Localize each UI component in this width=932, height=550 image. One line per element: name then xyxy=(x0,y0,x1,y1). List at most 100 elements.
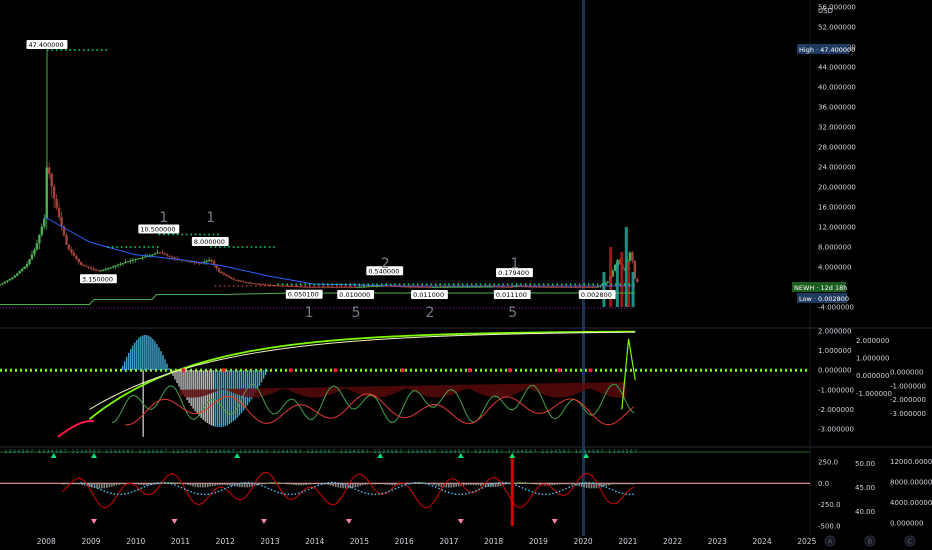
osc2-count-text: 1 2 3 4 5 6 7 xyxy=(306,449,335,455)
osc2-histogram-bar xyxy=(452,483,455,488)
osc2-histogram-bar xyxy=(388,483,391,486)
candle-body xyxy=(485,286,489,288)
osc2-count-text: 1 2 3 4 5 6 7 xyxy=(575,449,604,455)
pivot-label: 3.150000 xyxy=(80,274,117,284)
candle-body xyxy=(82,264,85,266)
candle-body xyxy=(153,253,157,255)
osc2-histogram-bar xyxy=(386,483,389,485)
candle-body xyxy=(471,286,474,288)
osc2-histogram-bar xyxy=(480,483,482,487)
candle-body xyxy=(77,258,80,263)
osc1-histogram-bar xyxy=(124,361,126,371)
year-tick-label: 2011 xyxy=(171,537,190,546)
candle-body xyxy=(111,266,115,268)
newh-badge: NEWH · 12d 18h xyxy=(792,282,847,292)
osc2-histogram-bar xyxy=(470,483,472,486)
osc2-histogram-bar xyxy=(285,483,288,485)
osc2-histogram-bar xyxy=(620,483,622,485)
osc2-histogram-bar xyxy=(197,483,199,488)
osc2-histogram-bar xyxy=(553,483,556,486)
price-tick-label: 52.000000 xyxy=(818,24,856,32)
candle-body xyxy=(301,286,304,288)
candle-body xyxy=(540,286,543,288)
osc2-count-text: 1 2 3 4 5 6 7 xyxy=(4,449,33,455)
osc1-mid-tick-label: 2.000000 xyxy=(856,337,889,345)
price-tick-label: 12.000000 xyxy=(818,224,856,232)
candle-body xyxy=(436,286,440,288)
osc2-count-text: 1 2 3 4 5 6 7 xyxy=(172,449,201,455)
osc2-histogram-bar xyxy=(627,483,630,485)
candle-body xyxy=(55,198,58,208)
candle-body xyxy=(20,268,24,272)
osc1-histogram-bar xyxy=(166,363,168,371)
osc2-histogram-bar xyxy=(214,483,216,486)
osc2-histogram-bar xyxy=(566,483,568,485)
price-tick-label: 16.000000 xyxy=(818,204,856,212)
year-tick-label: 2019 xyxy=(529,537,548,546)
osc1-histogram-bar xyxy=(258,370,261,386)
candle-body xyxy=(124,261,127,263)
auto-icon-glyph: A xyxy=(828,538,833,546)
pivot-label: 0.011100 xyxy=(493,289,531,299)
candle-body xyxy=(1,283,4,285)
candle-body xyxy=(129,260,132,262)
osc2-histogram-bar xyxy=(504,483,507,485)
candle-body xyxy=(343,286,346,288)
price-tick-label: 44.000000 xyxy=(818,64,856,72)
volume-bar xyxy=(631,272,635,307)
osc2-histogram-bar xyxy=(221,483,224,486)
candle-body xyxy=(306,286,309,288)
osc2-histogram-bar xyxy=(467,483,470,486)
osc2-histogram-bar xyxy=(184,483,187,485)
osc2-histogram-bar xyxy=(256,483,258,486)
candle-body xyxy=(439,286,442,288)
candle-body xyxy=(412,286,415,288)
osc1-tick-label: 1.000000 xyxy=(818,347,851,355)
osc1-signal-dot xyxy=(588,368,593,373)
candle-body xyxy=(50,173,53,187)
osc1-signal-dot xyxy=(221,368,226,373)
osc2-b-tick-label: 40.00 xyxy=(855,508,875,516)
pivot-label-text: 47.400000 xyxy=(29,41,64,49)
price-tick-label: 8.000000 xyxy=(818,244,851,252)
osc1-histogram-bar xyxy=(138,337,140,371)
osc1-histogram-bar xyxy=(130,349,132,371)
price-tick-label: 28.000000 xyxy=(818,144,856,152)
osc2-histogram-bar xyxy=(106,483,108,488)
pivot-label-text: 8.000000 xyxy=(194,238,225,246)
candle-body xyxy=(481,286,484,288)
candle-body xyxy=(333,286,336,288)
candle-body xyxy=(458,286,462,288)
osc1-histogram-bar xyxy=(256,370,259,390)
osc2-histogram-bar xyxy=(273,481,275,484)
wave-count-label: 2 xyxy=(381,256,390,272)
candle-body xyxy=(483,286,486,288)
osc1-histogram-bar xyxy=(192,370,194,409)
osc1-histogram-bar xyxy=(176,370,178,384)
osc2-histogram-bar xyxy=(354,483,357,488)
candle-body xyxy=(104,268,108,270)
candle-body xyxy=(545,286,548,288)
candle-body xyxy=(586,286,590,288)
osc2-histogram-bar xyxy=(349,483,352,489)
osc2-count-text: 1 2 3 4 5 6 7 xyxy=(38,449,67,455)
osc2-histogram-bar xyxy=(290,483,293,485)
candle-body xyxy=(429,286,432,288)
candle-body xyxy=(60,217,63,227)
year-tick-label: 2015 xyxy=(350,537,369,546)
osc2-tick-label: 0.0 xyxy=(818,480,829,488)
osc2-histogram-bar xyxy=(315,483,317,485)
osc2-count-text: 1 2 3 4 5 6 7 xyxy=(340,449,369,455)
candle-body xyxy=(424,286,427,288)
year-tick-label: 2024 xyxy=(753,537,772,546)
candle-body xyxy=(345,286,349,288)
osc1-mid-tick-label: 1.000000 xyxy=(856,355,889,363)
osc1-histogram-bar xyxy=(210,370,212,426)
trading-chart[interactable]: 47.40000010.5000008.0000000.540000 0.1794… xyxy=(0,0,932,550)
candle-body xyxy=(102,269,105,271)
candle-body xyxy=(207,259,211,261)
osc2-histogram-bar xyxy=(302,483,305,486)
osc1-histogram-bar xyxy=(134,342,136,371)
candle-body xyxy=(461,286,464,288)
candle-body xyxy=(476,286,479,288)
